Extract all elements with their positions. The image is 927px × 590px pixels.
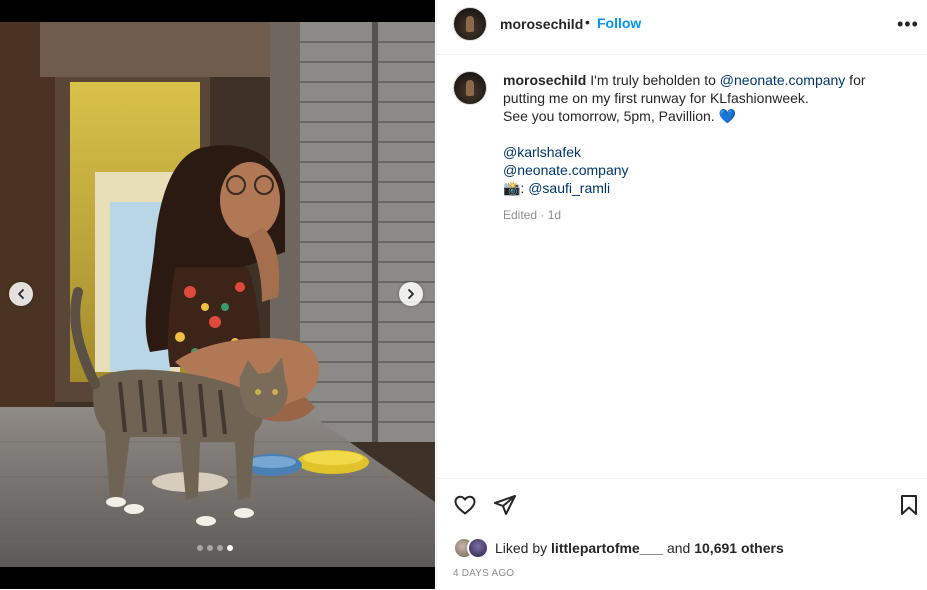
- separator-dot: •: [585, 14, 590, 30]
- carousel-dot-active: [227, 545, 233, 551]
- chevron-left-icon: [18, 289, 24, 299]
- caption-area: morosechild I'm truly beholden to @neonat…: [437, 55, 927, 477]
- caption-meta: Edited · 1d: [503, 206, 903, 224]
- liker-avatar[interactable]: [467, 537, 489, 559]
- mention-link[interactable]: @karlshafek: [503, 144, 581, 160]
- save-button[interactable]: [897, 493, 921, 522]
- more-options-icon[interactable]: •••: [897, 14, 919, 35]
- caption-text-part: I'm truly beholden to: [590, 72, 720, 88]
- carousel-dot: [197, 545, 203, 551]
- mention-link[interactable]: @neonate.company: [720, 72, 846, 88]
- chevron-right-icon: [408, 289, 414, 299]
- post-header: morosechild • Follow •••: [437, 0, 927, 55]
- likes-prefix: Liked by: [495, 540, 552, 556]
- carousel-dot: [217, 545, 223, 551]
- edited-label: Edited: [503, 208, 538, 222]
- caption-text: morosechild I'm truly beholden to @neonat…: [503, 71, 903, 224]
- carousel-indicator: [197, 545, 233, 551]
- photo-illustration: [0, 22, 435, 567]
- mention-link[interactable]: @saufi_ramli: [528, 180, 610, 196]
- post-actions: Liked by littlepartofme___ and 10,691 ot…: [437, 478, 927, 590]
- likes-count-link[interactable]: 10,691 others: [694, 540, 784, 556]
- share-button[interactable]: [493, 493, 517, 522]
- avatar[interactable]: [453, 7, 487, 41]
- heart-outline-icon: [454, 495, 476, 515]
- paper-plane-icon: [494, 495, 516, 515]
- carousel-dot: [207, 545, 213, 551]
- bookmark-outline-icon: [901, 495, 917, 515]
- separator-dot: ·: [540, 208, 545, 222]
- carousel-next-button[interactable]: [399, 282, 423, 306]
- caption-age[interactable]: 1d: [548, 208, 561, 222]
- follow-button[interactable]: Follow: [597, 15, 641, 31]
- likes-text: Liked by littlepartofme___ and 10,691 ot…: [495, 540, 784, 556]
- caption-text-part: See you tomorrow, 5pm, Pavillion.: [503, 108, 715, 124]
- carousel-prev-button[interactable]: [9, 282, 33, 306]
- camera-emoji: 📸:: [503, 180, 529, 196]
- liker-username[interactable]: littlepartofme___: [551, 540, 663, 556]
- likes-middle: and: [663, 540, 695, 556]
- like-button[interactable]: [453, 493, 477, 522]
- avatar[interactable]: [453, 71, 487, 105]
- likes-summary: Liked by littlepartofme___ and 10,691 ot…: [453, 537, 784, 559]
- blue-heart-emoji: 💙: [718, 108, 736, 124]
- post-side-panel: morosechild • Follow ••• morosechild I'm …: [436, 0, 927, 589]
- post-author-username[interactable]: morosechild: [500, 16, 583, 32]
- mention-link[interactable]: @neonate.company: [503, 162, 629, 178]
- media-panel: [0, 0, 435, 589]
- post-photo[interactable]: [0, 22, 435, 567]
- post-date[interactable]: 4 DAYS AGO: [453, 568, 514, 579]
- caption-username[interactable]: morosechild: [503, 72, 586, 88]
